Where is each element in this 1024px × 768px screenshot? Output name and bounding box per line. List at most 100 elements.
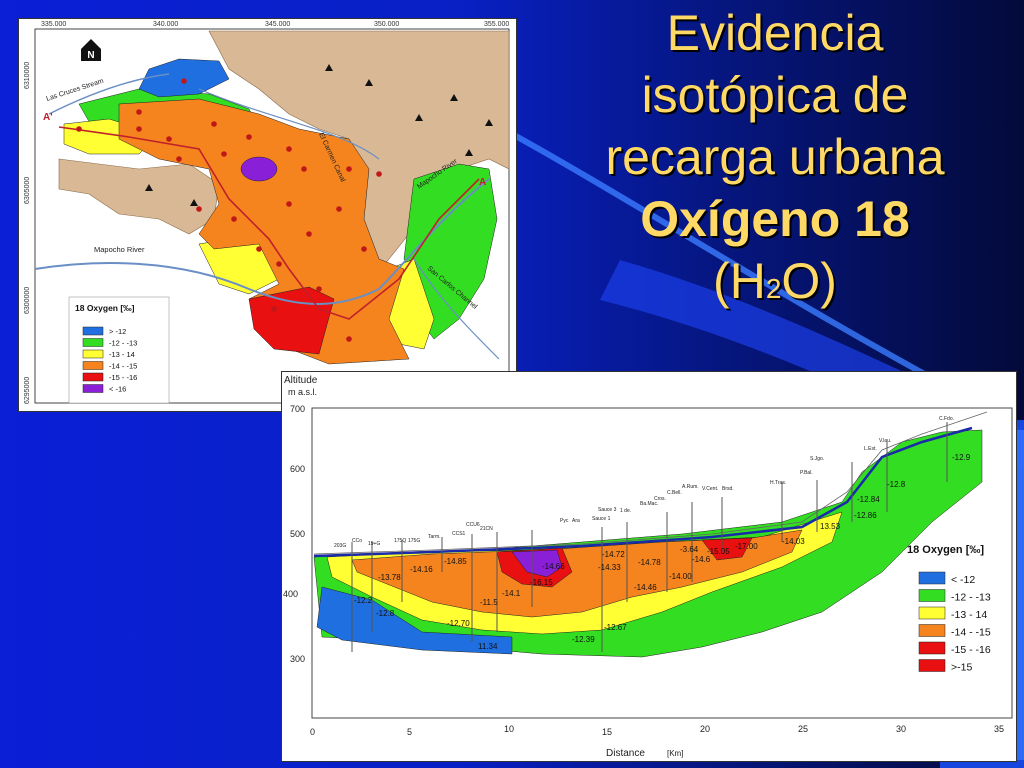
title-line-4: Oxígeno 18 [640, 191, 910, 247]
x-tick: 0 [310, 727, 315, 737]
title-o: O) [781, 253, 837, 309]
well-label: CCS1 [452, 531, 466, 537]
map-y-tick: 6295000 [24, 377, 31, 404]
well-label: 175G [408, 538, 420, 544]
legend-swatch [82, 349, 104, 359]
legend-swatch [918, 641, 946, 655]
map-x-tick: 340.000 [153, 21, 178, 28]
value-label: -12.67 [604, 623, 627, 632]
value-label: 11.34 [478, 642, 498, 651]
legend-swatch [918, 606, 946, 620]
legend-label: -14 - -15 [109, 362, 137, 371]
well-label: C.Bell. [667, 490, 682, 496]
well-label: Sauce 3 [598, 507, 617, 513]
well-label: 175Q [394, 538, 406, 544]
well-label: 203G [334, 543, 346, 549]
isotope-map: 335.000 340.000 345.000 350.000 355.000 … [18, 18, 517, 412]
altitude-unit: m a.s.l. [288, 387, 317, 397]
well-label: Tarm. [428, 534, 441, 540]
value-label: -14.33 [598, 563, 621, 572]
section-svg: Altitude m a.s.l. 700 600 500 400 300 -1… [283, 375, 1013, 759]
well-label: 21CN [480, 526, 493, 532]
value-label: -12.86 [854, 511, 877, 520]
title-line-1: Evidencia [666, 5, 884, 61]
x-tick: 20 [700, 724, 710, 734]
well-label: Ara [572, 518, 580, 524]
legend-swatch [918, 624, 946, 637]
distance-label: Distance [606, 748, 645, 759]
legend-swatch [82, 384, 104, 393]
legend-swatch [82, 326, 104, 336]
zone-purple [240, 156, 278, 182]
value-label: -14.72 [602, 550, 625, 559]
value-label: -14.85 [444, 557, 467, 566]
legend-swatch [918, 589, 946, 602]
map-y-tick: 6305000 [24, 177, 31, 204]
a-prime-label: A' [43, 112, 53, 123]
legend-label: -12 - -13 [951, 592, 991, 604]
value-label: -14.46 [634, 583, 657, 592]
map-y-tick: 6300000 [24, 287, 31, 314]
legend-label: -15 - -16 [109, 373, 137, 382]
value-label: -14.00 [669, 572, 692, 581]
legend-swatch [918, 659, 946, 672]
north-label: N [87, 50, 94, 61]
map-x-tick: 335.000 [41, 21, 66, 28]
title-line-5: (H2O) [540, 250, 1010, 320]
x-tick: 5 [407, 727, 412, 737]
well-label: L.Est. [864, 446, 877, 452]
x-tick: 35 [994, 724, 1004, 734]
well-label: H.Tras. [770, 480, 786, 486]
well-label: S.Jgo. [810, 456, 824, 462]
legend-swatch [82, 372, 104, 382]
y-tick: 300 [290, 654, 305, 664]
well-label: 19+G [368, 541, 380, 547]
map-y-tick: 6310000 [24, 62, 31, 89]
value-label: 13.53 [820, 522, 841, 531]
y-tick: 400 [283, 589, 298, 599]
value-label: -12.84 [857, 495, 880, 504]
value-label: -3.64 [680, 545, 699, 554]
distance-unit: [Km] [667, 749, 683, 758]
title-line-2: isotópica de [641, 67, 909, 123]
section-legend-title: 18 Oxygen [‰] [907, 544, 984, 556]
x-tick: 15 [602, 727, 612, 737]
legend-label: -13 - 14 [951, 609, 987, 621]
legend-label: > -12 [109, 327, 126, 336]
mapocho-river-label-left: Mapocho River [94, 245, 145, 254]
well-label: CCo [352, 538, 362, 544]
value-label: -11.5 [480, 598, 498, 607]
well-label: C.Fdo. [939, 416, 954, 422]
title-sub-2: 2 [765, 273, 782, 304]
value-label: -12.2 [354, 596, 373, 605]
well-label: Pyc [560, 518, 569, 524]
value-label: -12.8 [376, 609, 395, 618]
legend-label: -13 - 14 [109, 350, 135, 359]
map-legend-title: 18 Oxygen [‰] [75, 303, 135, 313]
value-label: -16.15 [530, 578, 553, 587]
legend-label: < -12 [951, 574, 975, 586]
value-label: -14.66 [542, 562, 565, 571]
value-label: -14.1 [502, 589, 521, 598]
map-svg: 335.000 340.000 345.000 350.000 355.000 … [24, 21, 510, 404]
value-label: -15.05 [707, 547, 730, 556]
x-tick: 10 [504, 724, 514, 734]
legend-swatch [82, 361, 104, 370]
well-label: V.Cent. [702, 486, 718, 492]
x-tick: 30 [896, 724, 906, 734]
y-tick: 700 [290, 404, 305, 414]
well-label: Sauce 1 [592, 516, 611, 522]
well-label: Ba.Mac. [640, 501, 658, 507]
x-ticks: 0 5 10 15 20 25 30 35 [310, 724, 1004, 737]
y-tick: 500 [290, 529, 305, 539]
value-label: -14.16 [410, 565, 433, 574]
value-label: -14.03 [782, 537, 805, 546]
well-label: 1 de. [620, 508, 631, 514]
map-x-tick: 350.000 [374, 21, 399, 28]
a-label: A [479, 177, 486, 188]
well-label: V.lau. [879, 438, 891, 444]
well-label: A.Rum. [682, 484, 699, 490]
value-label: -12.9 [952, 453, 971, 462]
map-x-tick: 355.000 [484, 21, 509, 28]
cross-section: Altitude m a.s.l. 700 600 500 400 300 -1… [281, 371, 1017, 762]
